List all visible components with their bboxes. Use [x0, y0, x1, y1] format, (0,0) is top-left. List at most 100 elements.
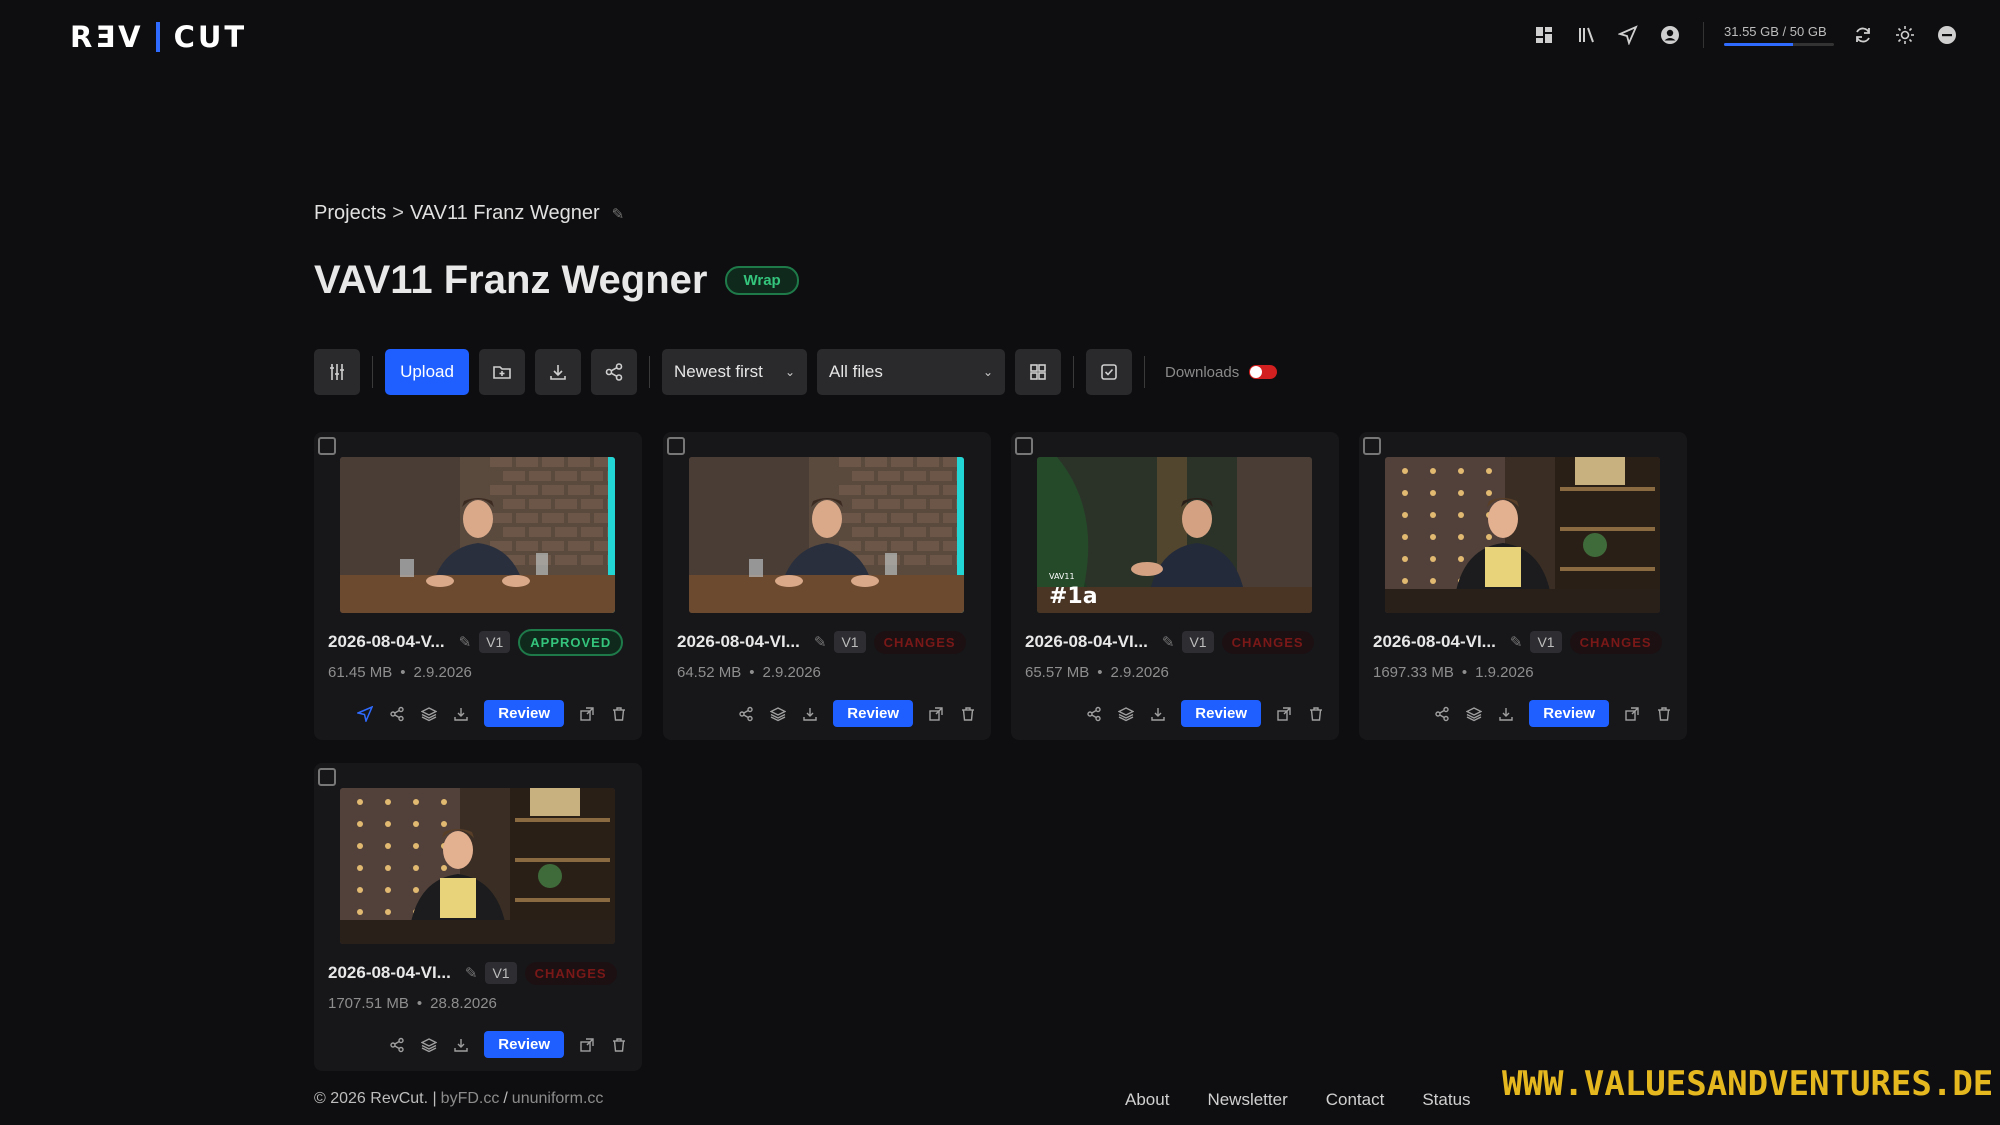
- logout-icon[interactable]: [1934, 22, 1960, 48]
- file-name[interactable]: 2026-08-04-VI...: [677, 632, 800, 652]
- footer-link-status[interactable]: Status: [1422, 1090, 1470, 1110]
- dashboard-grid-icon[interactable]: [1531, 22, 1557, 48]
- upload-button[interactable]: Upload: [385, 349, 469, 395]
- file-select-checkbox[interactable]: [1363, 437, 1381, 455]
- edit-file-name-icon[interactable]: ✎: [465, 964, 478, 982]
- file-filter-select[interactable]: All files ⌄: [817, 349, 1005, 395]
- footer-link-newsletter[interactable]: Newsletter: [1207, 1090, 1287, 1110]
- file-select-checkbox[interactable]: [1015, 437, 1033, 455]
- review-button[interactable]: Review: [484, 700, 564, 727]
- versions-layers-icon[interactable]: [420, 705, 438, 723]
- breadcrumb-projects[interactable]: Projects: [314, 202, 386, 225]
- meta-dot: •: [416, 995, 423, 1012]
- file-card[interactable]: 2026-08-04-VI... ✎ V1 CHANGES 1697.33 MB…: [1359, 432, 1687, 740]
- versions-layers-icon[interactable]: [420, 1036, 438, 1054]
- share-icon[interactable]: [1433, 705, 1451, 723]
- review-button[interactable]: Review: [1529, 700, 1609, 727]
- open-external-icon[interactable]: [1275, 705, 1293, 723]
- version-badge[interactable]: V1: [834, 631, 866, 653]
- share-project-button[interactable]: [591, 349, 637, 395]
- download-icon[interactable]: [1497, 705, 1515, 723]
- share-icon[interactable]: [388, 705, 406, 723]
- app-logo[interactable]: RƎV CUT: [70, 20, 247, 54]
- versions-layers-icon[interactable]: [1465, 705, 1483, 723]
- edit-file-name-icon[interactable]: ✎: [459, 633, 472, 651]
- footer-link-about[interactable]: About: [1125, 1090, 1169, 1110]
- file-select-checkbox[interactable]: [667, 437, 685, 455]
- new-folder-button[interactable]: [479, 349, 525, 395]
- delete-trash-icon[interactable]: [610, 1036, 628, 1054]
- open-external-icon[interactable]: [1623, 705, 1641, 723]
- review-button[interactable]: Review: [484, 1031, 564, 1058]
- delete-trash-icon[interactable]: [1655, 705, 1673, 723]
- review-button[interactable]: Review: [833, 700, 913, 727]
- storage-text: 31.55 GB / 50 GB: [1724, 24, 1827, 39]
- sent-icon[interactable]: [356, 705, 374, 723]
- edit-file-name-icon[interactable]: ✎: [1162, 633, 1175, 651]
- edit-file-name-icon[interactable]: ✎: [814, 633, 827, 651]
- open-external-icon[interactable]: [578, 1036, 596, 1054]
- filter-settings-button[interactable]: [314, 349, 360, 395]
- refresh-icon[interactable]: [1850, 22, 1876, 48]
- version-badge[interactable]: V1: [1530, 631, 1562, 653]
- download-icon[interactable]: [801, 705, 819, 723]
- version-badge[interactable]: V1: [1182, 631, 1214, 653]
- review-button[interactable]: Review: [1181, 700, 1261, 727]
- file-card[interactable]: 2026-08-04-VI... ✎ V1 CHANGES 64.52 MB •…: [663, 432, 991, 740]
- review-status-badge[interactable]: CHANGES: [1221, 630, 1314, 654]
- project-status-badge[interactable]: Wrap: [725, 266, 799, 295]
- share-icon[interactable]: [388, 1036, 406, 1054]
- theme-sun-icon[interactable]: [1892, 22, 1918, 48]
- file-name[interactable]: 2026-08-04-VI...: [1025, 632, 1148, 652]
- meta-dot: •: [400, 664, 406, 681]
- video-thumbnail[interactable]: [340, 457, 615, 613]
- file-card[interactable]: VAV11 #1a 2026-08-04-VI... ✎ V1 CHANGES …: [1011, 432, 1339, 740]
- download-icon[interactable]: [1149, 705, 1167, 723]
- file-name[interactable]: 2026-08-04-VI...: [328, 963, 451, 983]
- credit-link-fd[interactable]: byFD.cc: [441, 1090, 500, 1108]
- library-icon[interactable]: [1573, 22, 1599, 48]
- download-all-button[interactable]: [535, 349, 581, 395]
- send-icon[interactable]: [1615, 22, 1641, 48]
- file-name[interactable]: 2026-08-04-V...: [328, 632, 445, 652]
- file-actions: Review: [388, 1031, 628, 1058]
- breadcrumb-current: VAV11 Franz Wegner: [409, 202, 600, 224]
- delete-trash-icon[interactable]: [959, 705, 977, 723]
- footer-link-contact[interactable]: Contact: [1326, 1090, 1385, 1110]
- edit-file-name-icon[interactable]: ✎: [1510, 633, 1523, 651]
- delete-trash-icon[interactable]: [1307, 705, 1325, 723]
- downloads-toggle[interactable]: [1249, 365, 1278, 379]
- credit-link-ununiform[interactable]: ununiform.cc: [512, 1090, 604, 1108]
- versions-layers-icon[interactable]: [769, 705, 787, 723]
- versions-layers-icon[interactable]: [1117, 705, 1135, 723]
- open-external-icon[interactable]: [578, 705, 596, 723]
- download-icon[interactable]: [452, 705, 470, 723]
- video-thumbnail[interactable]: [1385, 457, 1660, 613]
- account-icon[interactable]: [1657, 22, 1683, 48]
- share-icon[interactable]: [737, 705, 755, 723]
- review-status-badge[interactable]: CHANGES: [1569, 630, 1662, 654]
- file-select-checkbox[interactable]: [318, 768, 336, 786]
- open-external-icon[interactable]: [927, 705, 945, 723]
- sort-select[interactable]: Newest first ⌄: [662, 349, 807, 395]
- file-select-checkbox[interactable]: [318, 437, 336, 455]
- version-badge[interactable]: V1: [479, 631, 511, 653]
- file-meta: 65.57 MB • 2.9.2026: [1025, 664, 1169, 681]
- video-thumbnail[interactable]: [340, 788, 615, 944]
- file-card[interactable]: 2026-08-04-VI... ✎ V1 CHANGES 1707.51 MB…: [314, 763, 642, 1071]
- review-status-badge[interactable]: APPROVED: [518, 628, 624, 656]
- delete-trash-icon[interactable]: [610, 705, 628, 723]
- file-card[interactable]: 2026-08-04-V... ✎ V1 APPROVED 61.45 MB •…: [314, 432, 642, 740]
- select-all-button[interactable]: [1086, 349, 1132, 395]
- video-thumbnail[interactable]: VAV11 #1a: [1037, 457, 1312, 613]
- review-status-badge[interactable]: CHANGES: [524, 961, 617, 985]
- video-thumbnail[interactable]: [689, 457, 964, 613]
- share-icon[interactable]: [1085, 705, 1103, 723]
- file-name[interactable]: 2026-08-04-VI...: [1373, 632, 1496, 652]
- version-badge[interactable]: V1: [485, 962, 517, 984]
- grid-view-button[interactable]: [1015, 349, 1061, 395]
- download-icon[interactable]: [452, 1036, 470, 1054]
- edit-project-name-icon[interactable]: ✎: [612, 205, 625, 223]
- review-status-badge[interactable]: CHANGES: [873, 630, 966, 654]
- file-date: 28.8.2026: [430, 995, 497, 1012]
